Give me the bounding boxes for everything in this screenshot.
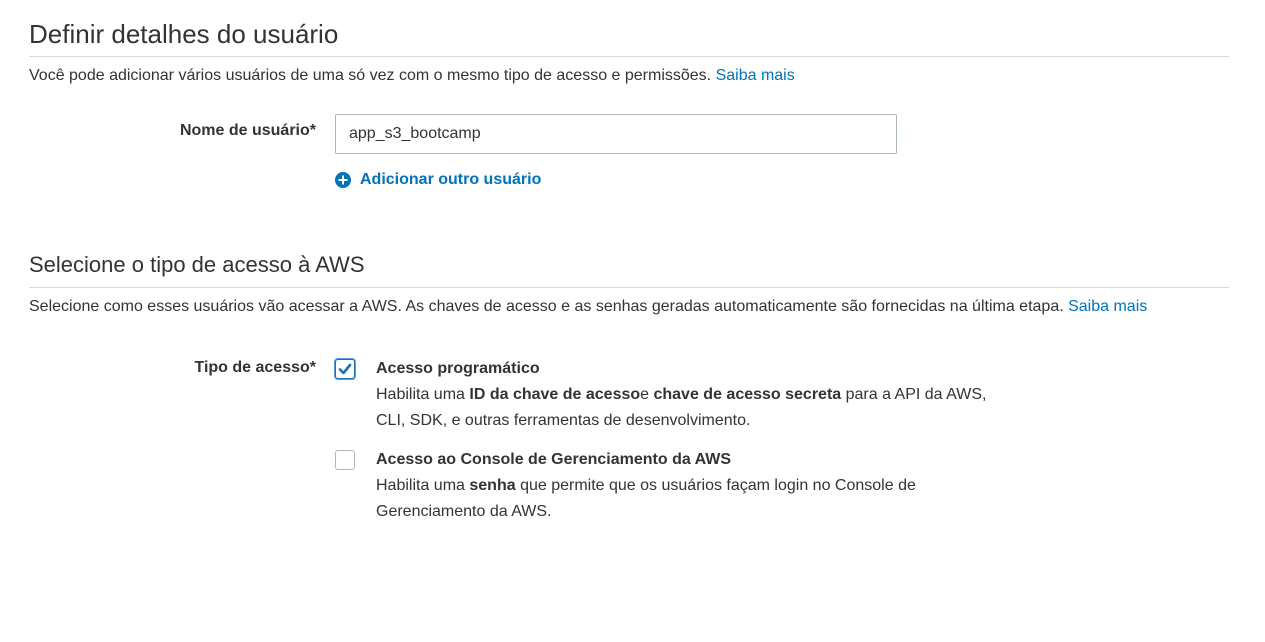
programmatic-access-option: Acesso programático Habilita uma ID da c… [376, 356, 1076, 434]
section-title-access-type: Selecione o tipo de acesso à AWS [29, 249, 1229, 288]
description-text: Selecione como esses usuários vão acessa… [29, 298, 1064, 315]
console-access-checkbox[interactable] [335, 450, 355, 470]
user-details-section: Definir detalhes do usuário Você pode ad… [29, 18, 1229, 89]
description-text: Você pode adicionar vários usuários de u… [29, 67, 712, 84]
plus-circle-icon [334, 171, 352, 189]
option-title: Acesso ao Console de Gerenciamento da AW… [376, 451, 732, 468]
console-access-option: Acesso ao Console de Gerenciamento da AW… [376, 447, 1076, 525]
checkmark-icon [338, 363, 352, 375]
add-another-user-label: Adicionar outro usuário [360, 171, 542, 188]
desc-text: CLI, SDK, e outras ferramentas de desenv… [376, 412, 751, 429]
desc-text: Gerenciamento da AWS. [376, 503, 552, 520]
access-type-section: Selecione o tipo de acesso à AWS Selecio… [29, 249, 1229, 320]
programmatic-access-checkbox[interactable] [335, 359, 355, 379]
desc-text: e [640, 386, 654, 403]
username-input[interactable] [335, 114, 897, 154]
desc-text: Habilita uma [376, 386, 470, 403]
desc-bold: chave de acesso secreta [653, 386, 842, 403]
section-title-user-details: Definir detalhes do usuário [29, 18, 1229, 57]
username-label: Nome de usuário* [179, 122, 316, 139]
desc-text: para a API da AWS, [841, 386, 987, 403]
desc-bold: ID da chave de acesso [469, 386, 641, 403]
section-description-user-details: Você pode adicionar vários usuários de u… [29, 63, 1229, 89]
desc-text: Habilita uma [376, 477, 470, 494]
learn-more-link[interactable]: Saiba mais [1068, 298, 1147, 315]
add-another-user-button[interactable]: Adicionar outro usuário [334, 171, 541, 189]
learn-more-link[interactable]: Saiba mais [716, 67, 795, 84]
desc-text: que permite que os usuários façam login … [515, 477, 916, 494]
desc-bold: senha [469, 477, 516, 494]
option-title: Acesso programático [376, 360, 540, 377]
option-description: Habilita uma ID da chave de acessoe chav… [376, 382, 1076, 434]
option-description: Habilita uma senha que permite que os us… [376, 473, 1076, 525]
access-type-label: Tipo de acesso* [194, 359, 316, 376]
section-description-access-type: Selecione como esses usuários vão acessa… [29, 294, 1229, 320]
